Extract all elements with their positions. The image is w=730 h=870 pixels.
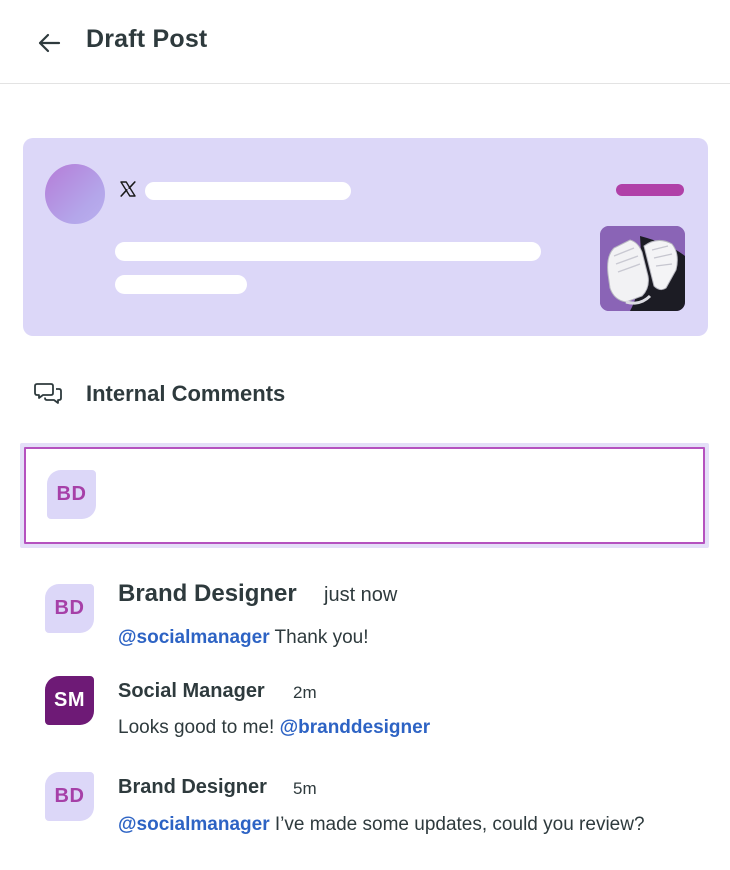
x-logo-icon [120, 181, 136, 197]
account-avatar [45, 164, 105, 224]
account-name-placeholder [145, 182, 351, 200]
post-text-placeholder-line-1 [115, 242, 541, 261]
comment-text: @socialmanager Thank you! [118, 627, 369, 649]
post-image-thumbnail[interactable] [600, 226, 685, 311]
mention-link[interactable]: @socialmanager [118, 814, 270, 835]
comment-text: @socialmanager I’ve made some updates, c… [118, 814, 645, 836]
comment-compose-area: BD [20, 443, 709, 548]
comments-title: Internal Comments [86, 381, 286, 406]
comment-compose-box[interactable]: BD [24, 447, 705, 544]
avatar: SM [45, 676, 94, 725]
mention-link[interactable]: @socialmanager [118, 627, 270, 648]
comment-text: Looks good to me! @branddesigner [118, 717, 430, 739]
page-title: Draft Post [86, 25, 208, 53]
comment-timestamp: just now [324, 584, 398, 606]
comment-message: I’ve made some updates, could you review… [269, 814, 645, 835]
arrow-left-icon [38, 33, 61, 53]
post-preview-card[interactable] [23, 138, 708, 336]
back-button[interactable] [34, 28, 64, 58]
comment-message: Thank you! [269, 627, 369, 648]
avatar: BD [45, 772, 94, 821]
status-badge [616, 184, 684, 196]
chat-bubbles-icon [34, 383, 62, 404]
comment-message: Looks good to me! [118, 717, 280, 738]
sneaker-image [600, 226, 685, 311]
avatar: BD [45, 584, 94, 633]
comment-timestamp: 5m [293, 779, 317, 798]
comment-timestamp: 2m [293, 683, 317, 702]
comment-author: Brand Designer [118, 580, 297, 607]
comment-author: Social Manager [118, 680, 265, 702]
comment-input[interactable] [116, 474, 676, 518]
avatar: BD [47, 470, 96, 519]
post-text-placeholder-line-2 [115, 275, 247, 294]
comment-author: Brand Designer [118, 776, 267, 798]
top-bar: Draft Post [0, 0, 730, 84]
comments-section-heading: Internal Comments [34, 378, 285, 410]
mention-link[interactable]: @branddesigner [280, 717, 431, 738]
